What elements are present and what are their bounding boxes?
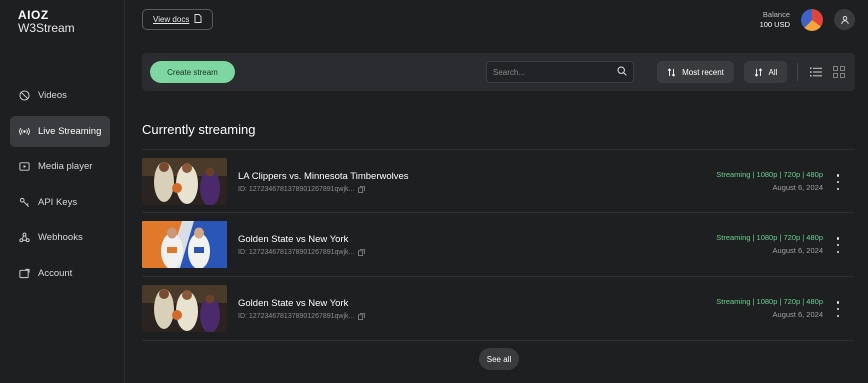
stream-thumbnail: [142, 158, 227, 205]
sidebar-item-label: Webhooks: [38, 232, 83, 243]
balance-label: Balance: [762, 10, 790, 19]
balance-value: 100 USD: [759, 19, 790, 29]
sidebar-item-api-keys[interactable]: API Keys: [10, 187, 110, 218]
view-docs-button[interactable]: View docs: [142, 9, 214, 30]
stream-id-text: ID: 1272346781378901267891qwjk...: [238, 313, 355, 320]
stream-thumbnail: [142, 221, 227, 268]
copy-icon[interactable]: [358, 249, 366, 256]
sort-button[interactable]: Most recent: [657, 61, 734, 83]
broadcast-icon: [19, 126, 30, 137]
stream-date: August 6, 2024: [772, 310, 823, 319]
sort-icon: [667, 67, 676, 77]
top-bar: View docs Balance 100 USD: [126, 0, 868, 40]
sidebar-item-account[interactable]: Account: [10, 258, 110, 289]
section-title: Currently streaming: [142, 122, 256, 137]
stream-status: Streaming | 1080p | 720p | 480p: [716, 233, 823, 242]
search-input[interactable]: [493, 67, 617, 77]
stream-row[interactable]: Golden State vs New York ID: 12723467813…: [142, 277, 855, 341]
filter-icon: [754, 67, 762, 77]
sidebar-item-label: Media player: [38, 161, 93, 172]
view-docs-label: View docs: [153, 15, 190, 24]
stream-id-text: ID: 1272346781378901267891qwjk...: [238, 249, 355, 256]
video-icon: [19, 90, 30, 101]
stream-row[interactable]: LA Clippers vs. Minnesota Timberwolves I…: [142, 149, 855, 213]
stream-id: ID: 1272346781378901267891qwjk...: [238, 313, 366, 320]
more-options-icon[interactable]: [835, 174, 841, 190]
stream-thumbnail: [142, 285, 227, 332]
stream-date: August 6, 2024: [772, 246, 823, 255]
search-icon[interactable]: [617, 63, 627, 81]
filter-button[interactable]: All: [744, 61, 787, 83]
more-options-icon[interactable]: [835, 301, 841, 317]
user-icon: [840, 15, 849, 24]
sidebar-item-label: Videos: [38, 90, 67, 101]
stream-row[interactable]: Golden State vs New York ID: 12723467813…: [142, 213, 855, 277]
sidebar-item-label: API Keys: [38, 196, 78, 208]
sidebar-item-videos[interactable]: Videos: [10, 80, 110, 111]
logo-brand: AIOZ: [18, 8, 49, 22]
player-icon: [19, 161, 30, 172]
stream-title: LA Clippers vs. Minnesota Timberwolves: [238, 171, 409, 182]
wallet-avatar-icon[interactable]: [801, 9, 823, 31]
balance: Balance 100 USD: [760, 10, 790, 30]
grid-view-icon[interactable]: [832, 65, 846, 79]
copy-icon[interactable]: [358, 186, 366, 193]
logo-product: W3Stream: [18, 21, 75, 35]
copy-icon[interactable]: [358, 313, 366, 320]
sidebar-item-live-streaming[interactable]: Live Streaming: [10, 115, 110, 147]
stream-date: August 6, 2024: [772, 183, 823, 192]
stream-list: LA Clippers vs. Minnesota Timberwolves I…: [142, 149, 855, 341]
sidebar-item-label: Live Streaming: [38, 125, 102, 137]
sidebar-item-label: Account: [38, 267, 73, 279]
key-icon: [19, 197, 30, 208]
list-view-icon[interactable]: [809, 65, 823, 79]
sidebar-item-media-player[interactable]: Media player: [10, 151, 110, 182]
stream-id-text: ID: 1272346781378901267891qwjk...: [238, 186, 355, 193]
user-menu-button[interactable]: [834, 9, 855, 30]
sidebar: AIOZ W3Stream Videos Live Streaming Medi…: [0, 0, 125, 383]
stream-status: Streaming | 1080p | 720p | 480p: [716, 297, 823, 306]
sidebar-nav: Videos Live Streaming Media player API K…: [10, 80, 110, 293]
stream-id: ID: 1272346781378901267891qwjk...: [238, 186, 366, 193]
see-all-button[interactable]: See all: [479, 348, 519, 370]
webhook-icon: [19, 232, 30, 243]
search-box: [486, 61, 634, 83]
stream-id: ID: 1272346781378901267891qwjk...: [238, 249, 366, 256]
sidebar-item-webhooks[interactable]: Webhooks: [10, 222, 110, 253]
stream-title: Golden State vs New York: [238, 234, 349, 245]
filter-label: All: [768, 67, 778, 77]
document-icon: [194, 14, 202, 25]
stream-title: Golden State vs New York: [238, 298, 349, 309]
stream-toolbar: Create stream Most recent All: [142, 53, 855, 91]
account-icon: [19, 268, 30, 279]
stream-status: Streaming | 1080p | 720p | 480p: [716, 170, 823, 179]
more-options-icon[interactable]: [835, 237, 841, 253]
app-logo[interactable]: AIOZ W3Stream: [18, 9, 75, 34]
toolbar-divider: [797, 63, 798, 81]
sort-label: Most recent: [682, 67, 724, 77]
create-stream-button[interactable]: Create stream: [150, 61, 235, 83]
